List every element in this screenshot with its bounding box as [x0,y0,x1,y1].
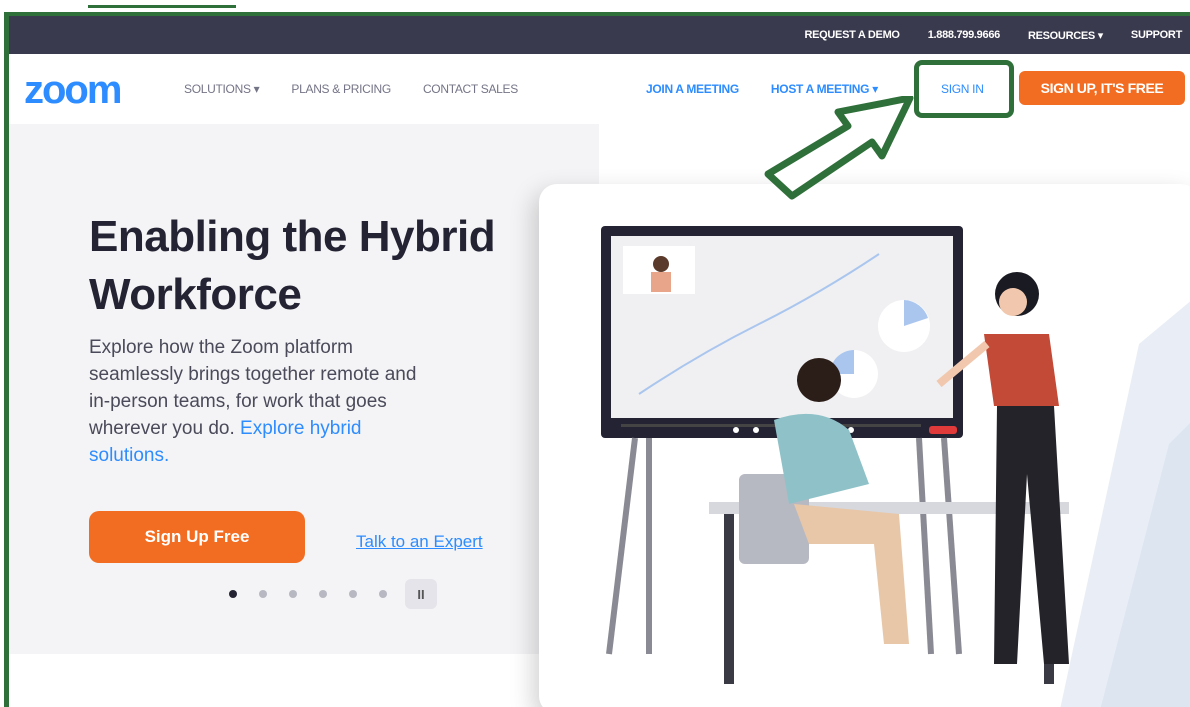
support-link[interactable]: SUPPORT [1131,29,1182,41]
carousel-pause-button[interactable]: II [405,579,437,609]
carousel-dot-1[interactable] [229,590,237,598]
request-demo-link[interactable]: REQUEST A DEMO [804,29,900,41]
plans-pricing-link[interactable]: PLANS & PRICING [291,82,391,96]
carousel-controls: II [229,579,437,609]
hybrid-workplace-illustration [539,184,1190,707]
standing-person-pants [994,406,1069,664]
remote-person-head [653,256,669,272]
carousel-dot-2[interactable] [259,590,267,598]
carousel-dot-6[interactable] [379,590,387,598]
solutions-menu[interactable]: SOLUTIONS ▾ [184,82,260,96]
contact-sales-link[interactable]: CONTACT SALES [423,82,518,96]
talk-to-expert-link[interactable]: Talk to an Expert [356,532,483,552]
browser-screenshot: REQUEST A DEMO 1.888.799.9666 RESOURCES … [4,12,1190,707]
resources-menu[interactable]: RESOURCES ▾ [1028,29,1103,42]
nav-right-links: JOIN A MEETING HOST A MEETING ▾ [646,82,878,96]
phone-number[interactable]: 1.888.799.9666 [928,29,1001,41]
screen-dot [733,427,739,433]
host-meeting-menu[interactable]: HOST A MEETING ▾ [771,82,878,96]
sign-in-highlight-box [914,60,1014,118]
caption-underline [88,5,236,8]
seated-person-head [797,358,841,402]
utility-bar: REQUEST A DEMO 1.888.799.9666 RESOURCES … [9,16,1190,54]
easel-leg [606,437,638,655]
nav-left-links: SOLUTIONS ▾ PLANS & PRICING CONTACT SALE… [184,82,518,96]
standing-person-shirt [984,334,1059,406]
remote-person-body [651,272,671,292]
main-nav: zoom SOLUTIONS ▾ PLANS & PRICING CONTACT… [9,54,1190,124]
carousel-dot-3[interactable] [289,590,297,598]
hero-description: Explore how the Zoom platform seamlessly… [89,334,439,469]
easel-leg [941,437,962,655]
record-indicator [929,426,957,434]
seated-person-legs [794,504,909,644]
easel-leg [916,437,934,655]
screen-dot [753,427,759,433]
hero-headline: Enabling the Hybrid Workforce [89,212,496,319]
carousel-dot-4[interactable] [319,590,327,598]
sign-up-free-button[interactable]: SIGN UP, IT'S FREE [1019,71,1185,105]
join-meeting-link[interactable]: JOIN A MEETING [646,82,739,96]
illustration-svg [601,226,1190,707]
zoom-logo[interactable]: zoom [24,68,122,113]
sign-up-free-cta[interactable]: Sign Up Free [89,511,305,563]
carousel-dot-5[interactable] [349,590,357,598]
table-leg [724,514,734,684]
highlight-arrow [764,96,914,200]
standing-person-face [999,288,1027,316]
arrow-icon [764,96,914,200]
screen-base [621,424,921,427]
clipped-caption [0,0,1190,12]
